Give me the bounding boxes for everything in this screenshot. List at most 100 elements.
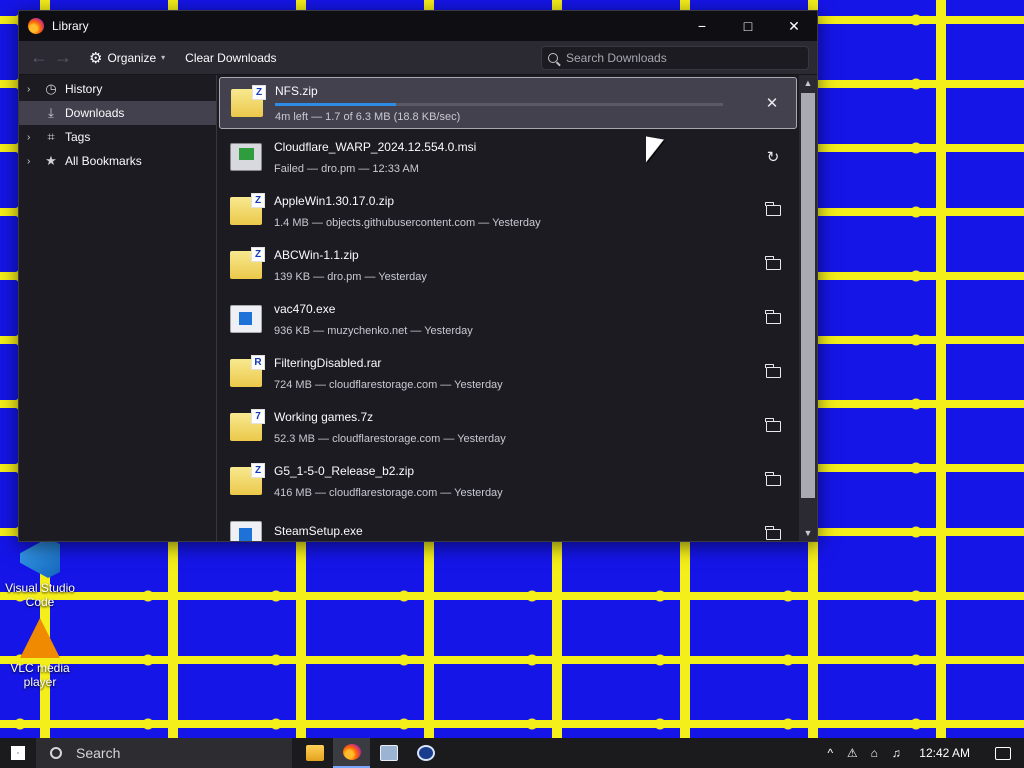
chevron-right-icon[interactable]: › (27, 156, 39, 167)
sidebar-item-downloads[interactable]: ⤓ Downloads (19, 101, 216, 125)
search-box[interactable] (541, 45, 809, 70)
retry-icon[interactable]: ↻ (749, 148, 797, 166)
scrollbar-thumb[interactable] (801, 93, 815, 498)
mouse-cursor-icon (646, 136, 664, 166)
desktop-icon-vscode[interactable]: Visual Studio Code (4, 538, 76, 609)
organize-button[interactable]: ⚙ Organize ▾ (83, 46, 171, 70)
msi-installer-icon (230, 143, 262, 171)
title-bar[interactable]: Library − □ ✕ (19, 11, 817, 41)
download-status: 52.3 MB — cloudflarestorage.com — Yester… (274, 432, 506, 445)
sidebar-item-label: Tags (65, 130, 91, 144)
search-icon (548, 52, 558, 63)
forward-arrow-icon[interactable]: → (51, 47, 75, 68)
folder-icon[interactable] (749, 255, 797, 274)
sidebar-item-history[interactable]: › ◷ History (19, 77, 216, 101)
download-progress-fill (275, 102, 396, 106)
windows-icon (11, 746, 25, 760)
organize-label: Organize (107, 50, 157, 65)
folder-icon[interactable] (749, 309, 797, 328)
folder-icon[interactable] (749, 525, 797, 542)
window-title: Library (52, 19, 89, 33)
download-item-nfs-zip[interactable]: Z NFS.zip 4m left — 1.7 of 6.3 MB (18.8 … (219, 77, 797, 129)
star-icon: ★ (45, 153, 57, 168)
folder-icon[interactable] (749, 201, 797, 220)
taskbar-file-explorer[interactable] (296, 738, 333, 768)
zip-file-icon: Z (230, 463, 265, 495)
folder-icon[interactable] (749, 363, 797, 382)
scroll-down-icon[interactable]: ▼ (799, 525, 817, 541)
download-item-vac470[interactable]: vac470.exe 936 KB — muzychenko.net — Yes… (219, 293, 797, 345)
search-icon (50, 747, 62, 759)
speaker-icon[interactable]: ♫ (885, 746, 907, 760)
desktop-icon-label: Visual Studio Code (5, 581, 75, 609)
download-status: 1.4 MB — objects.githubusercontent.com —… (274, 216, 541, 229)
start-button[interactable] (0, 738, 36, 768)
steam-icon (416, 745, 435, 761)
exe-file-icon (230, 305, 262, 333)
download-filename: Working games.7z (274, 409, 374, 424)
sidebar-item-tags[interactable]: › ⌗ Tags (19, 125, 216, 149)
chevron-down-icon: ▾ (161, 53, 166, 62)
download-filename: ABCWin-1.1.zip (274, 247, 359, 262)
zip-file-icon: Z (231, 85, 266, 117)
show-hidden-icons-icon[interactable]: ^ (819, 746, 841, 760)
alert-icon[interactable]: ⚠ (841, 746, 863, 760)
folder-icon[interactable] (749, 471, 797, 490)
network-icon[interactable]: ⌂ (863, 746, 885, 760)
firefox-icon (342, 744, 361, 760)
chevron-right-icon[interactable]: › (27, 132, 39, 143)
library-sidebar: › ◷ History ⤓ Downloads › ⌗ Tags › ★ All… (19, 75, 217, 541)
minimize-button[interactable]: − (679, 11, 725, 41)
download-filename: vac470.exe (274, 301, 336, 316)
maximize-button[interactable]: □ (725, 11, 771, 41)
vlc-icon (20, 618, 60, 658)
network-app-icon (379, 745, 398, 761)
folder-icon[interactable] (749, 417, 797, 436)
library-content: › ◷ History ⤓ Downloads › ⌗ Tags › ★ All… (19, 75, 817, 541)
taskbar-search-box[interactable]: Search (36, 738, 292, 768)
taskbar: Search ^ ⚠ ⌂ ♫ 12:42 AM (0, 738, 1024, 768)
search-downloads-input[interactable] (566, 50, 796, 65)
notification-center-icon[interactable] (982, 738, 1024, 768)
system-tray: ^ ⚠ ⌂ ♫ 12:42 AM (819, 738, 1024, 768)
scroll-up-icon[interactable]: ▲ (799, 75, 817, 91)
download-status: Failed — dro.pm — 12:33 AM (274, 162, 419, 175)
zip-file-icon: Z (230, 247, 265, 279)
taskbar-steam[interactable] (407, 738, 444, 768)
taskbar-firefox[interactable] (333, 738, 370, 768)
desktop-icon-vlc[interactable]: VLC media player (4, 618, 76, 689)
download-item-filteringdisabled[interactable]: R FilteringDisabled.rar 724 MB — cloudfl… (219, 347, 797, 399)
download-item-applewin[interactable]: Z AppleWin1.30.17.0.zip 1.4 MB — objects… (219, 185, 797, 237)
cancel-icon[interactable]: ✕ (748, 94, 796, 112)
clock[interactable]: 12:42 AM (919, 746, 970, 760)
download-item-abcwin[interactable]: Z ABCWin-1.1.zip 139 KB — dro.pm — Yeste… (219, 239, 797, 291)
gear-icon: ⚙ (89, 49, 103, 67)
download-status: 936 KB — muzychenko.net — Yesterday (274, 324, 473, 337)
sidebar-item-all-bookmarks[interactable]: › ★ All Bookmarks (19, 149, 216, 173)
download-status: 724 MB — cloudflarestorage.com — Yesterd… (274, 378, 503, 391)
taskbar-network-app[interactable] (370, 738, 407, 768)
clear-downloads-button[interactable]: Clear Downloads (179, 48, 282, 68)
sidebar-item-label: History (65, 82, 103, 96)
exe-file-icon (230, 521, 262, 541)
downloads-scrollbar[interactable]: ▲ ▼ (799, 75, 817, 541)
sidebar-item-label: All Bookmarks (65, 154, 142, 168)
download-item-steamsetup[interactable]: SteamSetup.exe (219, 509, 797, 541)
taskbar-search-label: Search (76, 745, 121, 761)
back-arrow-icon[interactable]: ← (27, 47, 51, 68)
sidebar-item-label: Downloads (65, 106, 125, 120)
7z-file-icon: 7 (230, 409, 265, 441)
download-item-working-games[interactable]: 7 Working games.7z 52.3 MB — cloudflares… (219, 401, 797, 453)
download-filename: G5_1-5-0_Release_b2.zip (274, 463, 415, 478)
download-progress-bar (275, 102, 723, 106)
clock-icon: ◷ (45, 81, 57, 96)
library-toolbar: ← → ⚙ Organize ▾ Clear Downloads (19, 41, 817, 75)
desktop-icon-label: VLC media player (10, 661, 70, 689)
library-window: Library − □ ✕ ← → ⚙ Organize ▾ Clear Dow… (18, 10, 818, 542)
download-filename: AppleWin1.30.17.0.zip (274, 193, 395, 208)
chevron-right-icon[interactable]: › (27, 84, 39, 95)
close-button[interactable]: ✕ (771, 11, 817, 41)
download-item-g5-release[interactable]: Z G5_1-5-0_Release_b2.zip 416 MB — cloud… (219, 455, 797, 507)
download-status: 139 KB — dro.pm — Yesterday (274, 270, 427, 283)
download-item-cloudflare-warp[interactable]: Cloudflare_WARP_2024.12.554.0.msi Failed… (219, 131, 797, 183)
